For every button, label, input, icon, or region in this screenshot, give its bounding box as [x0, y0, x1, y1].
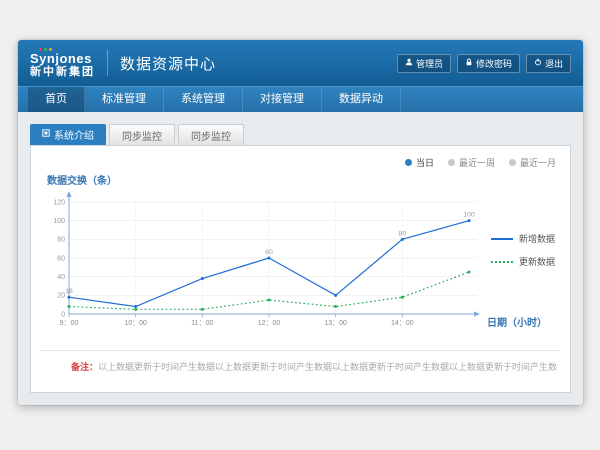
- note-divider: [41, 350, 560, 351]
- nav-item-standard-mgmt[interactable]: 标准管理: [85, 87, 164, 112]
- tab-label: 同步监控: [122, 128, 162, 143]
- svg-text:80: 80: [57, 237, 65, 244]
- filter-label: 最近一月: [520, 156, 556, 169]
- svg-text:80: 80: [399, 230, 407, 237]
- footnote-text: 以上数据更新于时间产生数据以上数据更新于时间产生数据以上数据更新于时间产生数据以…: [98, 362, 556, 372]
- legend-label: 新增数据: [519, 232, 555, 245]
- svg-text:60: 60: [57, 255, 65, 262]
- svg-text:18: 18: [65, 288, 73, 295]
- svg-text:13：00: 13：00: [324, 320, 347, 327]
- grid-icon: [42, 129, 50, 140]
- legend-item-updated-data[interactable]: 更新数据: [491, 255, 555, 268]
- tab-label: 系统介绍: [54, 127, 94, 142]
- x-axis-title: 日期（小时）: [487, 314, 547, 329]
- admin-user-label: 管理员: [416, 57, 443, 70]
- logo-secondary-text: 新中新集团: [30, 67, 95, 79]
- tab-sync-monitor-2[interactable]: 同步监控: [178, 124, 244, 145]
- svg-text:100: 100: [53, 218, 65, 225]
- radio-dot-icon: [448, 159, 455, 166]
- desktop-canvas: Synjones 新中新集团 数据资源中心 管理员 修改密码: [0, 0, 600, 450]
- svg-text:12：00: 12：00: [258, 320, 281, 327]
- svg-text:10：00: 10：00: [124, 320, 147, 327]
- nav-item-connect-mgmt[interactable]: 对接管理: [243, 87, 322, 112]
- solid-line-icon: [491, 238, 513, 240]
- app-header: Synjones 新中新集团 数据资源中心 管理员 修改密码: [18, 40, 583, 86]
- footnote: 备注：以上数据更新于时间产生数据以上数据更新于时间产生数据以上数据更新于时间产生…: [71, 360, 556, 373]
- filter-last-month[interactable]: 最近一月: [509, 156, 556, 169]
- header-divider: [107, 50, 108, 76]
- user-icon: [405, 58, 413, 68]
- brand-logo: Synjones 新中新集团: [30, 48, 95, 78]
- time-filter-group: 当日 最近一周 最近一月: [405, 156, 556, 169]
- svg-text:14：00: 14：00: [391, 320, 414, 327]
- filter-label: 当日: [416, 156, 434, 169]
- tab-sync-monitor-1[interactable]: 同步监控: [109, 124, 175, 145]
- svg-text:11：00: 11：00: [191, 320, 213, 327]
- series-legend: 新增数据 更新数据: [491, 232, 555, 268]
- nav-item-data-change[interactable]: 数据异动: [322, 87, 401, 112]
- nav-item-home[interactable]: 首页: [28, 87, 85, 112]
- filter-today[interactable]: 当日: [405, 156, 434, 169]
- logout-button[interactable]: 退出: [526, 54, 571, 73]
- svg-text:40: 40: [57, 274, 65, 281]
- filter-label: 最近一周: [459, 156, 495, 169]
- line-chart: 0 20 40 60 80 100 120 9：00 10：00 11：00 12：00 13：00 1…: [43, 188, 483, 336]
- filter-last-week[interactable]: 最近一周: [448, 156, 495, 169]
- tab-label: 同步监控: [191, 128, 231, 143]
- nav-item-system-mgmt[interactable]: 系统管理: [164, 87, 243, 112]
- y-axis-title: 数据交换（条）: [47, 172, 117, 187]
- page-title: 数据资源中心: [120, 53, 216, 74]
- svg-text:60: 60: [265, 249, 273, 256]
- chart-panel: 当日 最近一周 最近一月 数据交换（条） 0 20 40 60 80 100 120 9：00…: [30, 145, 571, 393]
- footnote-label: 备注：: [71, 362, 98, 372]
- tab-system-intro[interactable]: 系统介绍: [30, 124, 106, 145]
- svg-text:120: 120: [53, 199, 65, 206]
- dotted-line-icon: [491, 261, 513, 263]
- svg-text:20: 20: [57, 293, 65, 300]
- legend-item-new-data[interactable]: 新增数据: [491, 232, 555, 245]
- tab-bar: 系统介绍 同步监控 同步监控: [30, 124, 571, 145]
- logout-label: 退出: [545, 57, 563, 70]
- logout-icon: [534, 58, 542, 68]
- content-area: 系统介绍 同步监控 同步监控 当日 最近一周: [18, 112, 583, 405]
- change-password-label: 修改密码: [476, 57, 512, 70]
- main-nav: 首页 标准管理 系统管理 对接管理 数据异动: [18, 86, 583, 112]
- admin-user-button[interactable]: 管理员: [397, 54, 451, 73]
- svg-text:9：00: 9：00: [60, 320, 79, 327]
- svg-text:100: 100: [463, 212, 475, 219]
- header-actions: 管理员 修改密码 退出: [397, 54, 571, 73]
- logo-primary-text: Synjones: [30, 52, 95, 66]
- app-window: Synjones 新中新集团 数据资源中心 管理员 修改密码: [18, 40, 583, 405]
- radio-dot-icon: [405, 159, 412, 166]
- change-password-button[interactable]: 修改密码: [457, 54, 520, 73]
- lock-icon: [465, 58, 473, 68]
- radio-dot-icon: [509, 159, 516, 166]
- legend-label: 更新数据: [519, 255, 555, 268]
- svg-text:0: 0: [61, 311, 65, 318]
